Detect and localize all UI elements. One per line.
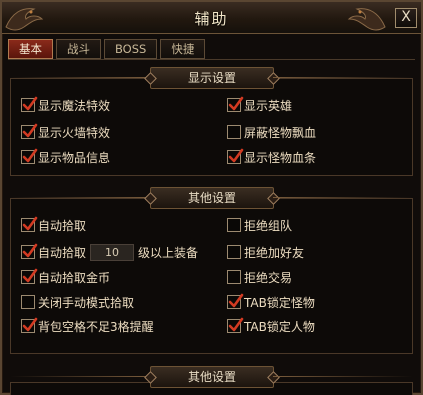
option-show-firewall-effects[interactable]: 显示火墙特效 (21, 123, 110, 141)
option-label: 拒绝加好友 (244, 245, 305, 260)
checkbox[interactable] (21, 268, 38, 284)
checkbox[interactable] (227, 96, 244, 112)
checkbox[interactable] (21, 295, 35, 309)
option-label-suffix: 级以上装备 (138, 245, 199, 260)
checkmark-icon (228, 293, 244, 308)
option-auto-pickup-level[interactable]: 自动拾取 10 级以上装备 (21, 243, 198, 261)
option-show-item-info[interactable]: 显示物品信息 (21, 148, 110, 166)
option-auto-pickup[interactable]: 自动拾取 (21, 216, 86, 234)
option-refuse-party[interactable]: 拒绝组队 (227, 216, 292, 234)
divider (273, 376, 413, 377)
divider (10, 376, 150, 377)
checkbox[interactable] (21, 216, 38, 232)
option-label: 自动拾取 (38, 245, 87, 260)
option-auto-pickup-gold[interactable]: 自动拾取金币 (21, 268, 110, 286)
divider (273, 197, 413, 198)
option-label: 关闭手动模式拾取 (38, 295, 135, 310)
option-tab-lock-player[interactable]: TAB锁定人物 (227, 317, 315, 335)
tab-shortcut[interactable]: 快捷 (160, 39, 206, 59)
display-settings-panel: 显示魔法特效 显示英雄 显示火墙特效 屏蔽怪物飘血 显示物品信息 显示怪物血条 (10, 78, 413, 176)
checkbox[interactable] (227, 245, 241, 259)
option-label: 拒绝组队 (244, 218, 293, 233)
tab-bar: 基本 战斗 BOSS 快捷 (8, 39, 208, 60)
option-label: TAB锁定怪物 (244, 295, 315, 310)
option-refuse-trade[interactable]: 拒绝交易 (227, 268, 292, 286)
checkbox[interactable] (227, 317, 244, 333)
option-hide-monster-damage[interactable]: 屏蔽怪物飘血 (227, 123, 316, 141)
option-label: 背包空格不足3格提醒 (38, 319, 154, 334)
checkbox[interactable] (21, 96, 38, 112)
checkmark-icon (228, 96, 244, 111)
checkmark-icon (22, 317, 38, 332)
option-label: 屏蔽怪物飘血 (244, 125, 317, 140)
level-input[interactable]: 10 (90, 243, 135, 261)
option-label: TAB锁定人物 (244, 319, 315, 334)
checkmark-icon (22, 148, 38, 163)
tab-divider (8, 59, 415, 60)
checkbox[interactable] (227, 270, 241, 284)
tab-boss[interactable]: BOSS (104, 39, 158, 59)
checkbox[interactable] (21, 243, 38, 259)
option-bag-space-warning[interactable]: 背包空格不足3格提醒 (21, 317, 154, 335)
checkmark-icon (22, 123, 38, 138)
option-label: 显示怪物血条 (244, 150, 317, 165)
checkbox[interactable] (227, 125, 241, 139)
checkbox[interactable] (21, 317, 38, 333)
tab-basic[interactable]: 基本 (8, 39, 53, 59)
checkmark-icon (22, 216, 38, 231)
other-settings-panel: 自动拾取 拒绝组队 自动拾取 10 级以上装备 拒绝加好友 自动拾取金币 拒绝交… (10, 198, 413, 354)
option-label: 自动拾取 (38, 218, 87, 233)
option-refuse-friend[interactable]: 拒绝加好友 (227, 243, 304, 261)
title-bar[interactable]: 辅助 X (2, 2, 421, 34)
checkmark-icon (22, 268, 38, 283)
checkbox[interactable] (227, 218, 241, 232)
option-label: 显示英雄 (244, 98, 293, 113)
close-button[interactable]: X (395, 8, 417, 28)
section-title: 其他设置 (150, 187, 274, 209)
option-label: 拒绝交易 (244, 270, 293, 285)
section-title: 其他设置 (150, 366, 274, 388)
assist-window: 辅助 X 基本 战斗 BOSS 快捷 显示魔法特效 显示英雄 显示火墙特效 屏蔽… (0, 0, 423, 395)
option-label: 显示火墙特效 (38, 125, 111, 140)
divider (273, 77, 413, 78)
option-disable-manual-pickup[interactable]: 关闭手动模式拾取 (21, 293, 134, 311)
other-settings-header-2: 其他设置 (10, 366, 413, 388)
divider (10, 77, 150, 78)
checkmark-icon (22, 243, 38, 258)
other-settings-header: 其他设置 (10, 187, 413, 209)
option-show-magic-effects[interactable]: 显示魔法特效 (21, 96, 110, 114)
checkmark-icon (228, 317, 244, 332)
checkbox[interactable] (21, 123, 38, 139)
checkmark-icon (228, 148, 244, 163)
option-label: 显示物品信息 (38, 150, 111, 165)
checkbox[interactable] (21, 148, 38, 164)
option-tab-lock-monster[interactable]: TAB锁定怪物 (227, 293, 315, 311)
option-show-monster-hp-bar[interactable]: 显示怪物血条 (227, 148, 316, 166)
tab-combat[interactable]: 战斗 (56, 39, 101, 59)
dragon-ornament-icon (347, 8, 386, 31)
option-show-hero[interactable]: 显示英雄 (227, 96, 292, 114)
option-label: 自动拾取金币 (38, 270, 111, 285)
option-label: 显示魔法特效 (38, 98, 111, 113)
section-title: 显示设置 (150, 67, 274, 89)
divider (10, 197, 150, 198)
checkbox[interactable] (227, 293, 244, 309)
close-icon: X (401, 9, 411, 25)
checkbox[interactable] (227, 148, 244, 164)
display-settings-header: 显示设置 (10, 67, 413, 89)
checkmark-icon (22, 96, 38, 111)
